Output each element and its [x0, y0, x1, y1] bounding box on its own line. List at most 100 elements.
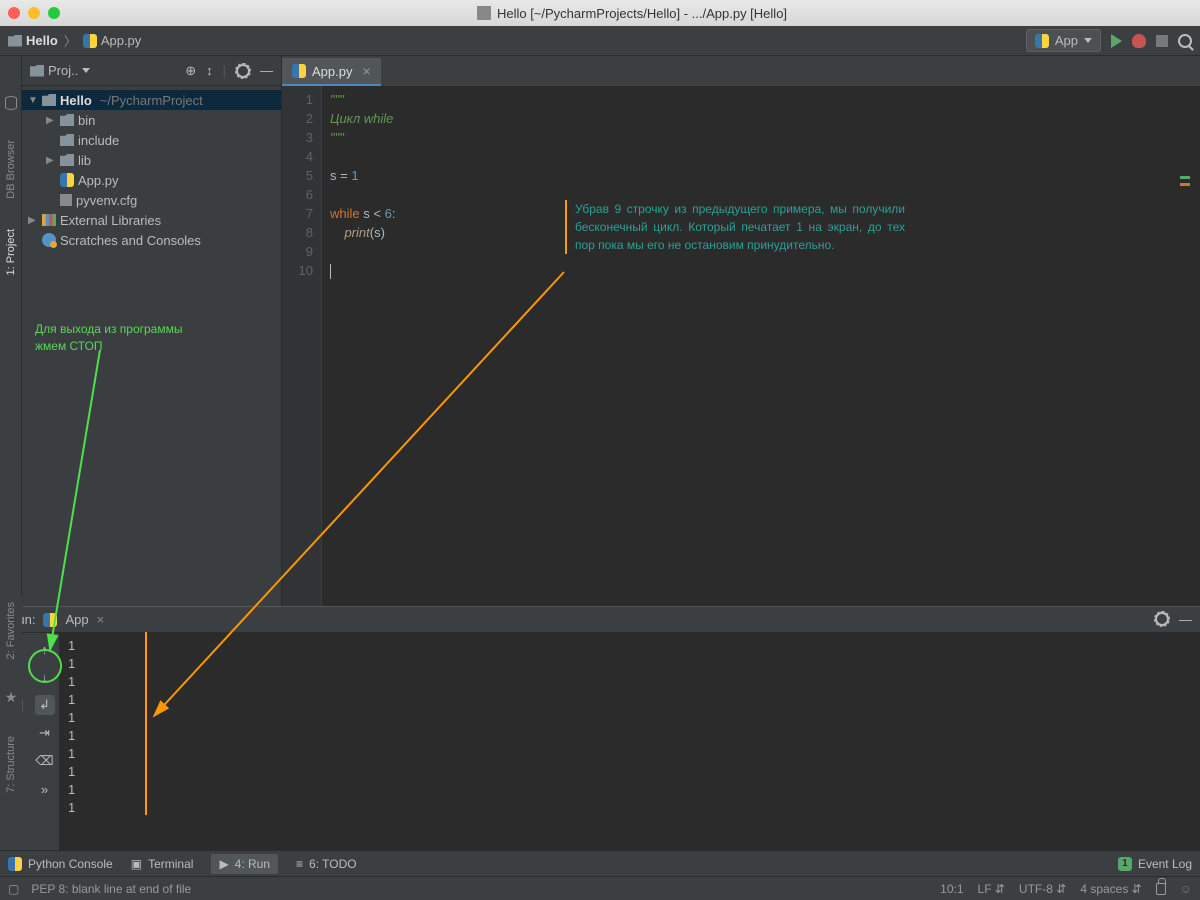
minimize-window-icon[interactable] — [28, 7, 40, 19]
event-log[interactable]: 1Event Log — [1118, 857, 1192, 871]
lock-icon[interactable] — [1156, 883, 1166, 895]
titlebar: Hello [~/PycharmProjects/Hello] - .../Ap… — [0, 0, 1200, 26]
list-icon: ≡ — [296, 857, 303, 871]
tree-file-app[interactable]: App.py — [22, 170, 281, 190]
tree-file-pyvenv[interactable]: pyvenv.cfg — [22, 190, 281, 210]
debug-button[interactable] — [1132, 34, 1146, 48]
library-icon — [42, 214, 56, 226]
editor: App.py × 12345678910 """ Цикл while """ … — [282, 56, 1200, 606]
python-icon — [60, 173, 74, 187]
status-message: PEP 8: blank line at end of file — [31, 882, 191, 896]
statusbar: ▢ PEP 8: blank line at end of file 10:1 … — [0, 876, 1200, 900]
window-controls — [8, 7, 60, 19]
gear-icon[interactable] — [1155, 612, 1169, 626]
chevron-down-icon — [1084, 38, 1092, 43]
tree-root[interactable]: ▼ Hello~/PycharmProject — [22, 90, 281, 110]
favorites-tab[interactable]: 2: Favorites — [5, 602, 17, 659]
up-arrow-icon[interactable]: ↑ — [35, 639, 55, 659]
tree-scratches[interactable]: Scratches and Consoles — [22, 230, 281, 250]
python-icon — [83, 34, 97, 48]
gutter: 12345678910 — [282, 86, 322, 606]
maximize-window-icon[interactable] — [48, 7, 60, 19]
python-icon — [8, 857, 22, 871]
cursor-position[interactable]: 10:1 — [940, 882, 963, 896]
editor-tab-app[interactable]: App.py × — [282, 58, 381, 86]
down-arrow-icon[interactable]: ↓ — [35, 667, 55, 687]
tree-folder-include[interactable]: include — [22, 130, 281, 150]
run-output[interactable]: 1111111111 — [60, 633, 1200, 850]
run-tools-secondary: ↑ ↓ ↲ ⇥ ⌫ » — [30, 633, 60, 850]
run-button[interactable] — [1111, 34, 1122, 48]
run-panel: Run: App × — ❚❚ ▬ 🖶 📌 ↑ ↓ ↲ ⇥ ⌫ » 111111… — [0, 606, 1200, 850]
code-area[interactable]: 12345678910 """ Цикл while """ s = 1 whi… — [282, 86, 1200, 606]
breadcrumb-file[interactable]: App.py — [101, 33, 141, 48]
tab-run[interactable]: ▶4: Run — [211, 854, 278, 874]
stop-button[interactable] — [1156, 35, 1168, 47]
collapse-icon[interactable]: — — [260, 63, 273, 78]
window-title: Hello [~/PycharmProjects/Hello] - .../Ap… — [72, 6, 1192, 21]
code-content[interactable]: """ Цикл while """ s = 1 while s < 6: pr… — [322, 86, 1200, 606]
play-icon: ▶ — [219, 857, 228, 871]
terminal-icon: ▣ — [131, 857, 142, 871]
editor-tabs: App.py × — [282, 56, 1200, 86]
python-icon — [292, 64, 306, 78]
breadcrumb-root[interactable]: Hello — [26, 33, 58, 48]
wrap-icon[interactable]: ↲ — [35, 695, 55, 715]
indent[interactable]: 4 spaces ⇵ — [1080, 882, 1141, 896]
close-icon[interactable]: × — [97, 612, 105, 627]
tab-todo[interactable]: ≡6: TODO — [296, 857, 357, 871]
folder-icon — [60, 154, 74, 166]
gear-icon[interactable] — [236, 64, 250, 78]
line-ending[interactable]: LF ⇵ — [978, 882, 1005, 896]
app-icon — [477, 6, 491, 20]
python-icon — [43, 613, 57, 627]
annotation-orange: Убрав 9 строчку из предыдущего примера, … — [565, 200, 905, 254]
search-icon[interactable] — [1178, 34, 1192, 48]
bottom-tabs: Python Console ▣Terminal ▶4: Run ≡6: TOD… — [0, 850, 1200, 876]
breadcrumb: Hello 〉 App.py — [8, 31, 141, 50]
tab-python-console[interactable]: Python Console — [8, 857, 113, 871]
star-icon[interactable]: ★ — [5, 689, 18, 706]
run-config-selector[interactable]: App — [1026, 29, 1101, 52]
collapse-icon[interactable]: — — [1179, 612, 1192, 627]
annotation-green: Для выхода из программы жмем СТОП — [35, 321, 185, 355]
status-icon: ▢ — [8, 882, 19, 896]
scroll-icon[interactable]: ⇥ — [35, 723, 55, 743]
chevron-down-icon — [82, 68, 90, 73]
run-header: Run: App × — — [0, 607, 1200, 633]
navbar: Hello 〉 App.py App — [0, 26, 1200, 56]
tab-terminal[interactable]: ▣Terminal — [131, 857, 194, 871]
more-icon[interactable]: » — [35, 779, 55, 799]
db-browser-icon[interactable] — [5, 96, 17, 110]
sidebar-header: Proj.. ⊕ ↕ | — — [22, 56, 281, 86]
project-tab[interactable]: 1: Project — [5, 229, 17, 275]
scratch-icon — [42, 233, 56, 247]
structure-tab[interactable]: 7: Structure — [5, 736, 17, 793]
config-icon — [60, 194, 72, 206]
inspector-icon[interactable]: ☺ — [1180, 882, 1192, 896]
chevron-icon: 〉 — [64, 31, 77, 50]
tree-folder-bin[interactable]: ▶bin — [22, 110, 281, 130]
folder-icon — [8, 35, 22, 47]
marker-icon[interactable] — [1180, 176, 1190, 179]
left-tool-strip: DB Browser 1: Project — [0, 56, 22, 606]
python-icon — [1035, 34, 1049, 48]
close-tab-icon[interactable]: × — [362, 63, 370, 79]
marker-icon[interactable] — [1180, 183, 1190, 186]
clear-icon[interactable]: ⌫ — [35, 751, 55, 771]
run-body: ❚❚ ▬ 🖶 📌 ↑ ↓ ↲ ⇥ ⌫ » 1111111111 — [0, 633, 1200, 850]
encoding[interactable]: UTF-8 ⇵ — [1019, 882, 1066, 896]
run-config-name[interactable]: App — [65, 612, 88, 627]
left-tool-strip-lower: 2: Favorites ★ 7: Structure — [0, 596, 22, 826]
folder-icon — [60, 114, 74, 126]
badge-icon: 1 — [1118, 857, 1132, 871]
tree-external-libs[interactable]: ▶External Libraries — [22, 210, 281, 230]
folder-icon — [60, 134, 74, 146]
close-window-icon[interactable] — [8, 7, 20, 19]
db-browser-tab[interactable]: DB Browser — [5, 140, 17, 199]
target-icon[interactable]: ⊕ — [185, 63, 196, 79]
sidebar-title[interactable]: Proj.. — [48, 63, 78, 78]
folder-icon — [30, 65, 44, 77]
sort-icon[interactable]: ↕ — [206, 63, 213, 78]
tree-folder-lib[interactable]: ▶lib — [22, 150, 281, 170]
